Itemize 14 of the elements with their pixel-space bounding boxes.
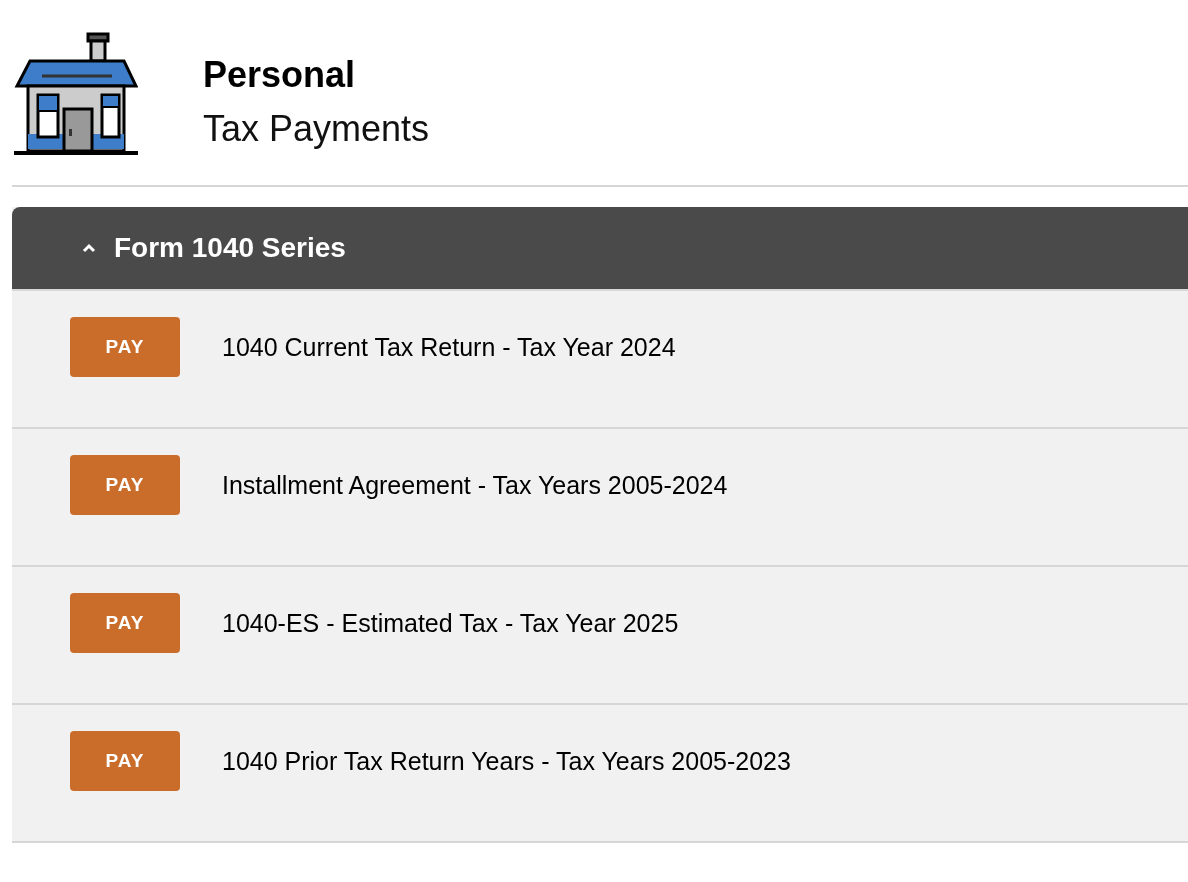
payment-type-label: 1040 Prior Tax Return Years - Tax Years 2005-2023 xyxy=(222,746,791,777)
pay-button[interactable]: PAY xyxy=(70,593,180,653)
section-title: Form 1040 Series xyxy=(114,232,346,264)
pay-button[interactable]: PAY xyxy=(70,731,180,791)
payment-type-label: Installment Agreement - Tax Years 2005-2024 xyxy=(222,470,728,501)
payment-type-label: 1040-ES - Estimated Tax - Tax Year 2025 xyxy=(222,608,679,639)
house-icon xyxy=(14,31,138,157)
pay-button[interactable]: PAY xyxy=(70,455,180,515)
pay-button[interactable]: PAY xyxy=(70,317,180,377)
payment-type-label: 1040 Current Tax Return - Tax Year 2024 xyxy=(222,332,676,363)
chevron-up-icon xyxy=(82,243,96,253)
page-subtitle: Tax Payments xyxy=(203,107,430,151)
page-title: Personal xyxy=(203,53,357,97)
accordion-header[interactable]: Form 1040 Series xyxy=(12,207,1188,291)
